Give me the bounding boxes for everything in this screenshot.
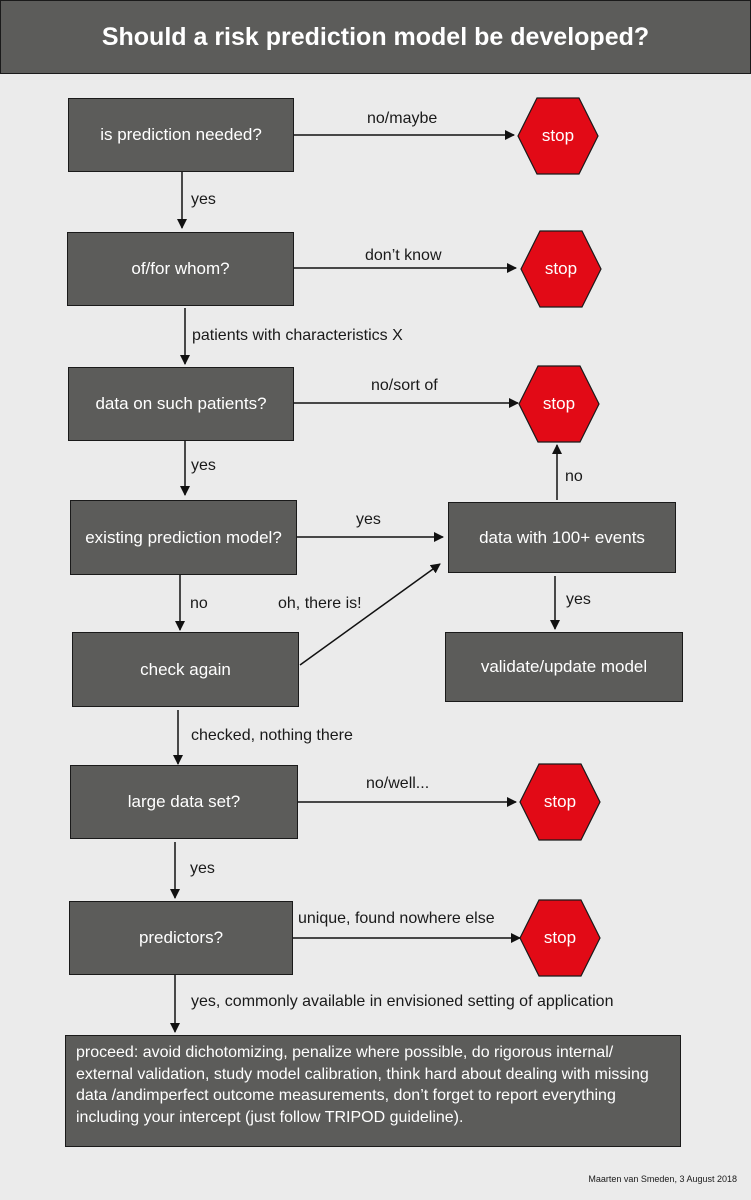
node-data-100-events: data with 100+ events [448,502,676,573]
node-label: large data set? [127,792,241,811]
stop-label: stop [544,259,578,278]
node-validate-update: validate/update model [445,632,683,702]
edge-label-yes: yes [190,860,215,877]
stop-node-5: stop [519,899,601,977]
edge-label-no: no [190,595,208,612]
node-label: of/for whom? [131,259,230,278]
node-data-on-patients: data on such patients? [68,367,294,441]
edge-label-oh-there-is: oh, there is! [278,595,362,612]
author-credit: Maarten van Smeden, 3 August 2018 [588,1174,737,1184]
node-label: data on such patients? [95,394,267,413]
stop-label: stop [541,126,575,145]
node-label: is prediction needed? [100,125,262,144]
edge-label-no: no [565,468,583,485]
node-label: data with 100+ events [479,527,645,547]
edge-label-yes: yes [566,591,591,608]
node-label: predictors? [138,928,224,947]
proceed-text: proceed: avoid dichotomizing, penalize w… [76,1044,649,1126]
node-for-whom: of/for whom? [67,232,294,306]
stop-label: stop [543,792,577,811]
edge-label-yes: yes [356,511,381,528]
stop-label: stop [542,394,576,413]
node-large-data-set: large data set? [70,765,298,839]
edge-label-no-well: no/well... [366,775,430,792]
arrow-q5-events [299,563,441,666]
edge-label-checked-nothing: checked, nothing there [191,727,353,744]
edge-label-no-sort-of: no/sort of [371,377,438,394]
edge-label-dont-know: don’t know [365,247,442,264]
node-existing-model: existing prediction model? [70,500,297,575]
node-check-again: check again [72,632,299,707]
node-label: existing prediction model? [85,527,282,547]
stop-node-4: stop [519,763,601,841]
node-label: validate/update model [480,657,648,676]
node-label: check again [140,659,231,679]
node-prediction-needed: is prediction needed? [68,98,294,172]
edge-label-yes: yes [191,457,216,474]
edge-label-yes: yes [191,191,216,208]
edge-label-commonly-available: yes, commonly available in envisioned se… [191,993,614,1010]
stop-node-1: stop [517,97,599,175]
stop-node-3: stop [518,365,600,443]
stop-label: stop [543,928,577,947]
stop-node-2: stop [520,230,602,308]
connector-arrows [170,130,562,1033]
edge-label-patients-x: patients with characteristics X [192,327,403,344]
edge-label-no-maybe: no/maybe [367,110,438,127]
edge-label-unique: unique, found nowhere else [298,910,495,927]
node-predictors: predictors? [69,901,293,975]
node-proceed: proceed: avoid dichotomizing, penalize w… [65,1035,681,1147]
